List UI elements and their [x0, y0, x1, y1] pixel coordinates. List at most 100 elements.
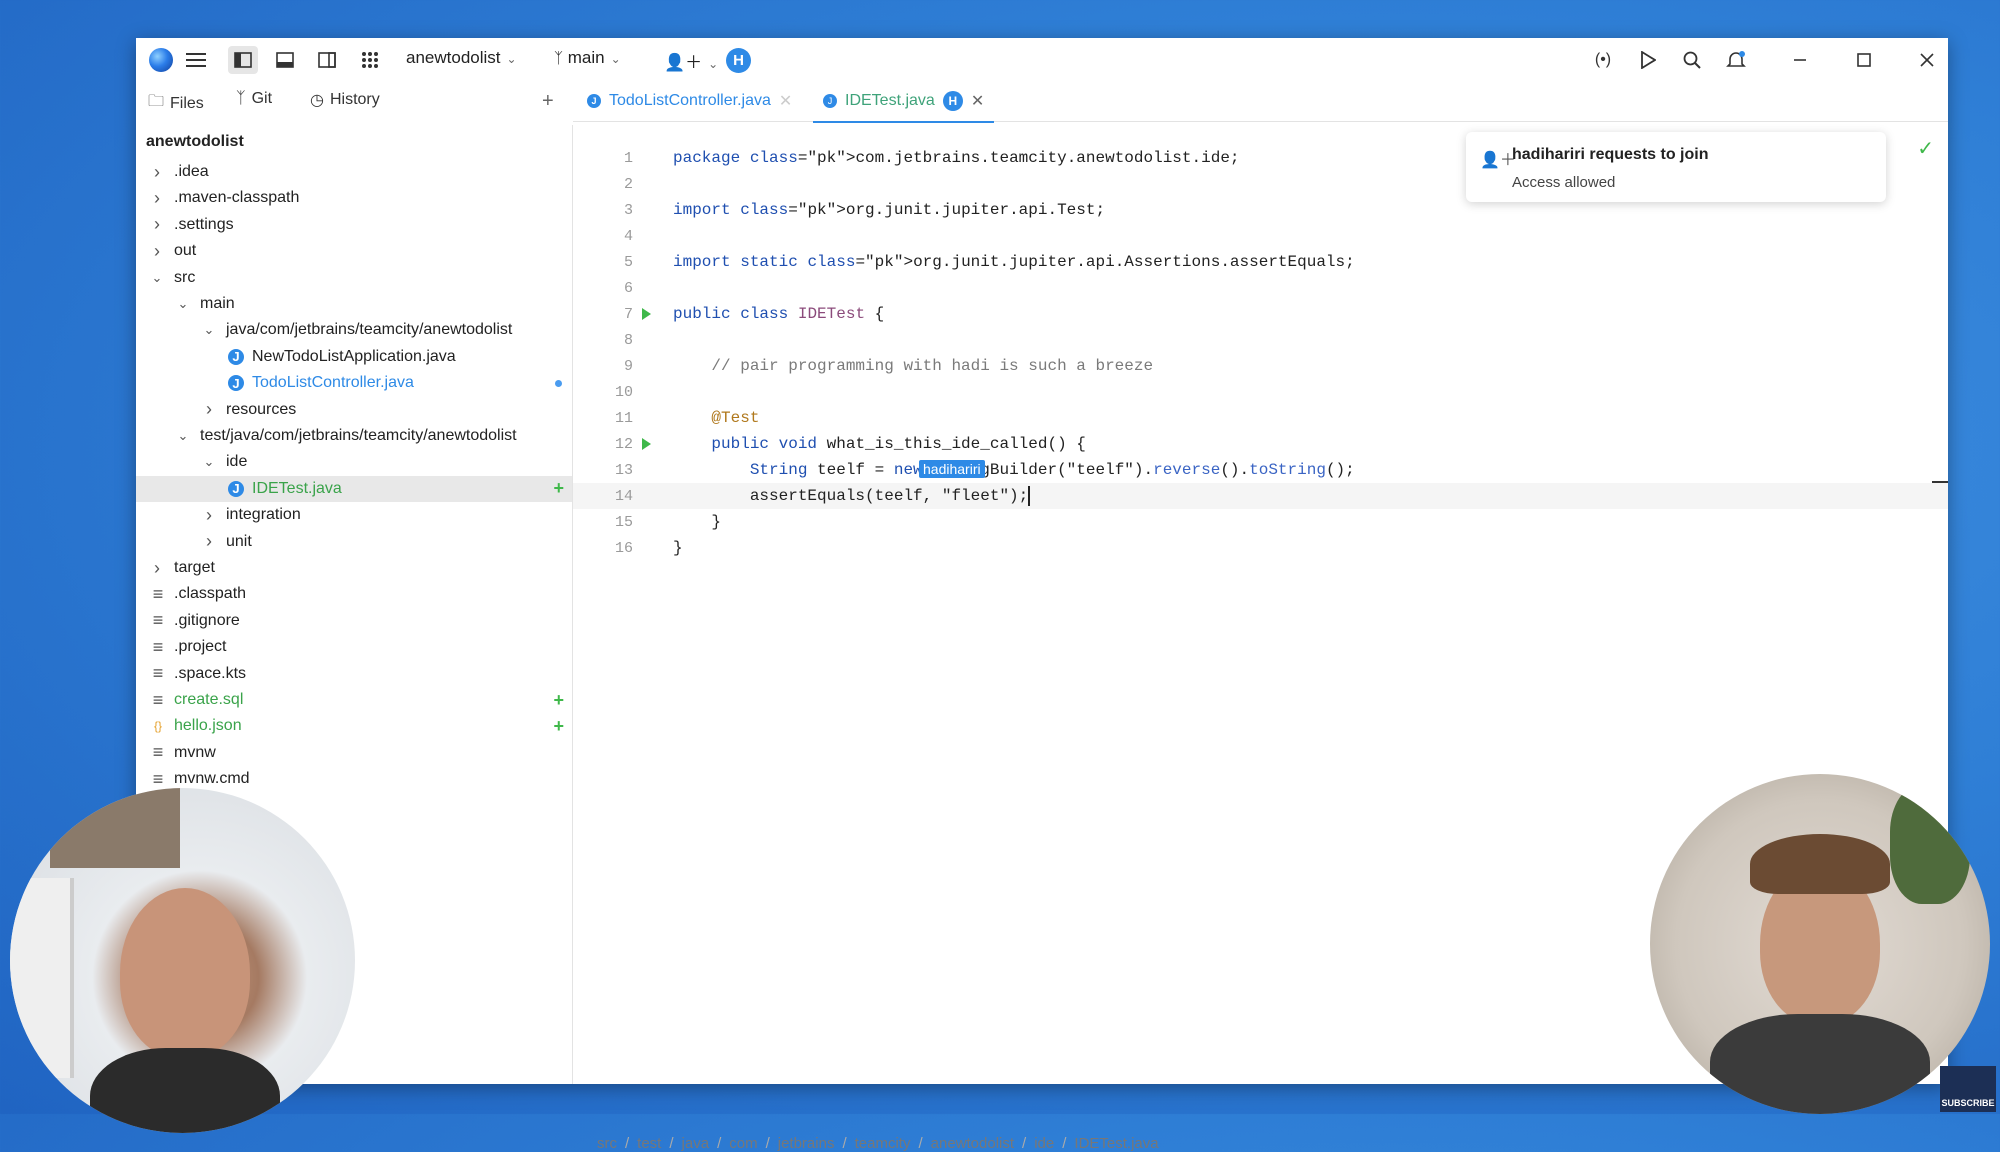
breadcrumb-item[interactable]: com [729, 1135, 757, 1152]
chevron-right-icon[interactable]: › [150, 162, 164, 183]
chevron-right-icon[interactable]: › [202, 531, 216, 552]
code-line[interactable]: 6 [573, 275, 1948, 301]
chevron-down-icon[interactable]: ⌄ [176, 428, 190, 444]
run-icon[interactable] [1636, 48, 1660, 72]
code-line[interactable]: 10 [573, 379, 1948, 405]
tab-history[interactable]: ◷ History [310, 90, 380, 110]
breadcrumb-item[interactable]: src [597, 1135, 617, 1152]
breadcrumb-item[interactable]: ide [1034, 1135, 1054, 1152]
tree-file[interactable]: ≡ .project [136, 634, 572, 660]
code-line[interactable]: 9 // pair programming with hadi is such … [573, 353, 1948, 379]
notifications-bell-icon[interactable] [1724, 48, 1748, 72]
tree-folder[interactable]: › resources [136, 397, 572, 423]
tree-folder[interactable]: ⌄ ide [136, 449, 572, 475]
history-clock-icon: ◷ [310, 92, 324, 109]
breadcrumb-item[interactable]: test [637, 1135, 661, 1152]
run-gutter-icon[interactable] [642, 438, 651, 450]
chevron-right-icon[interactable]: › [202, 505, 216, 526]
tree-folder[interactable]: › unit [136, 529, 572, 555]
menu-icon[interactable] [184, 48, 208, 72]
bottom-panel-toggle-icon[interactable] [273, 48, 297, 72]
code-text: } [673, 513, 722, 531]
chevron-down-icon[interactable]: ⌄ [202, 322, 216, 338]
line-number: 2 [623, 175, 633, 193]
chevron-right-icon[interactable]: › [150, 214, 164, 235]
tree-folder[interactable]: › .settings [136, 212, 572, 238]
tree-folder[interactable]: › target [136, 555, 572, 581]
tree-file[interactable]: ≡ .gitignore [136, 608, 572, 634]
bookshelf [10, 878, 74, 1078]
code-line[interactable]: 11 @Test [573, 405, 1948, 431]
collaborator-cursor-label: hadihariri [919, 460, 985, 478]
notification-title: hadihariri requests to join [1512, 146, 1709, 163]
code-line[interactable]: 13 String teelf = new StringBuilder("tee… [573, 457, 1948, 483]
code-line[interactable]: 15 } [573, 509, 1948, 535]
tree-file[interactable]: ≡ .space.kts [136, 661, 572, 687]
tree-file[interactable]: ≡ mvnw [136, 740, 572, 766]
modified-status-icon [555, 379, 562, 387]
branch-selector[interactable]: ᛉ main ⌄ [554, 48, 621, 68]
code-line[interactable]: 16} [573, 535, 1948, 561]
tree-file[interactable]: ≡ .classpath [136, 581, 572, 607]
plant [1890, 784, 1970, 904]
breadcrumb-item[interactable]: teamcity [855, 1135, 911, 1152]
maximize-icon[interactable] [1852, 48, 1876, 72]
subscribe-button[interactable]: SUBSCRIBE [1940, 1066, 1996, 1112]
tree-file[interactable]: {} hello.json + [136, 713, 572, 739]
tab-todolistcontroller[interactable]: J TodoListController.java ✕ [577, 81, 802, 121]
share-session-button[interactable]: 👤＋ ⌄ [664, 48, 718, 73]
tree-folder[interactable]: ⌄ main [136, 291, 572, 317]
close-icon[interactable]: ✕ [779, 91, 792, 111]
chevron-down-icon[interactable]: ⌄ [202, 454, 216, 470]
chevron-right-icon[interactable]: › [150, 558, 164, 579]
tree-folder[interactable]: ⌄ test/java/com/jetbrains/teamcity/anewto… [136, 423, 572, 449]
chevron-down-icon[interactable]: ⌄ [176, 296, 190, 312]
tree-folder[interactable]: ⌄ java/com/jetbrains/teamcity/anewtodolis… [136, 317, 572, 343]
fleet-logo-icon[interactable] [149, 48, 173, 72]
breadcrumb-item[interactable]: java [682, 1135, 710, 1152]
chevron-down-icon[interactable]: ⌄ [150, 270, 164, 286]
tree-folder[interactable]: › out [136, 238, 572, 264]
breadcrumb-item[interactable]: IDETest.java [1074, 1135, 1158, 1152]
tab-files[interactable]: 🗀 Files [148, 90, 204, 117]
collaborator-avatar[interactable]: H [726, 48, 751, 73]
text-file-icon: ≡ [152, 636, 164, 657]
search-icon[interactable] [1680, 48, 1704, 72]
code-line[interactable]: 8 [573, 327, 1948, 353]
add-tab-button[interactable]: + [542, 90, 554, 113]
left-panel-toggle-icon[interactable] [228, 46, 258, 74]
broadcast-icon[interactable]: (•) [1591, 48, 1615, 72]
code-line[interactable]: 14 assertEquals(teelf, "fleet"); [573, 483, 1948, 509]
tree-folder[interactable]: ⌄ src [136, 265, 572, 291]
tree-file[interactable]: ≡ create.sql + [136, 687, 572, 713]
tab-idetest[interactable]: J IDETest.java H ✕ [813, 81, 995, 123]
breadcrumb-item[interactable]: jetbrains [778, 1135, 835, 1152]
code-line[interactable]: 12 public void what_is_this_ide_called()… [573, 431, 1948, 457]
tree-file[interactable]: J TodoListController.java [136, 370, 572, 396]
json-file-icon: {} [153, 719, 162, 734]
code-line[interactable]: 5 import static class="pk">org.junit.jupi… [573, 249, 1948, 275]
breadcrumb-item[interactable]: anewtodolist [931, 1135, 1014, 1152]
text-file-icon: ≡ [152, 768, 164, 789]
code-line[interactable]: 4 [573, 223, 1948, 249]
close-icon[interactable]: ✕ [971, 91, 984, 111]
tab-git[interactable]: ᛉ Git [236, 90, 272, 108]
person-shirt [1710, 1014, 1930, 1114]
close-icon[interactable] [1915, 48, 1939, 72]
project-selector[interactable]: anewtodolist ⌄ [406, 48, 517, 68]
code-line[interactable]: 7 public class IDETest { [573, 301, 1948, 327]
tree-folder[interactable]: › .maven-classpath [136, 185, 572, 211]
minimize-icon[interactable] [1788, 48, 1812, 72]
run-gutter-icon[interactable] [642, 308, 651, 320]
join-request-notification[interactable]: 👤＋ hadihariri requests to join Access al… [1466, 132, 1886, 202]
tree-folder[interactable]: › integration [136, 502, 572, 528]
code-text: package class="pk">com.jetbrains.teamcit… [673, 149, 1240, 167]
tree-folder[interactable]: › .idea [136, 159, 572, 185]
chevron-right-icon[interactable]: › [150, 188, 164, 209]
tree-file[interactable]: J IDETest.java + [136, 475, 572, 502]
chevron-right-icon[interactable]: › [150, 241, 164, 262]
apps-grid-icon[interactable] [358, 48, 382, 72]
right-panel-toggle-icon[interactable] [315, 48, 339, 72]
chevron-right-icon[interactable]: › [202, 399, 216, 420]
tree-file[interactable]: J NewTodoListApplication.java [136, 344, 572, 370]
